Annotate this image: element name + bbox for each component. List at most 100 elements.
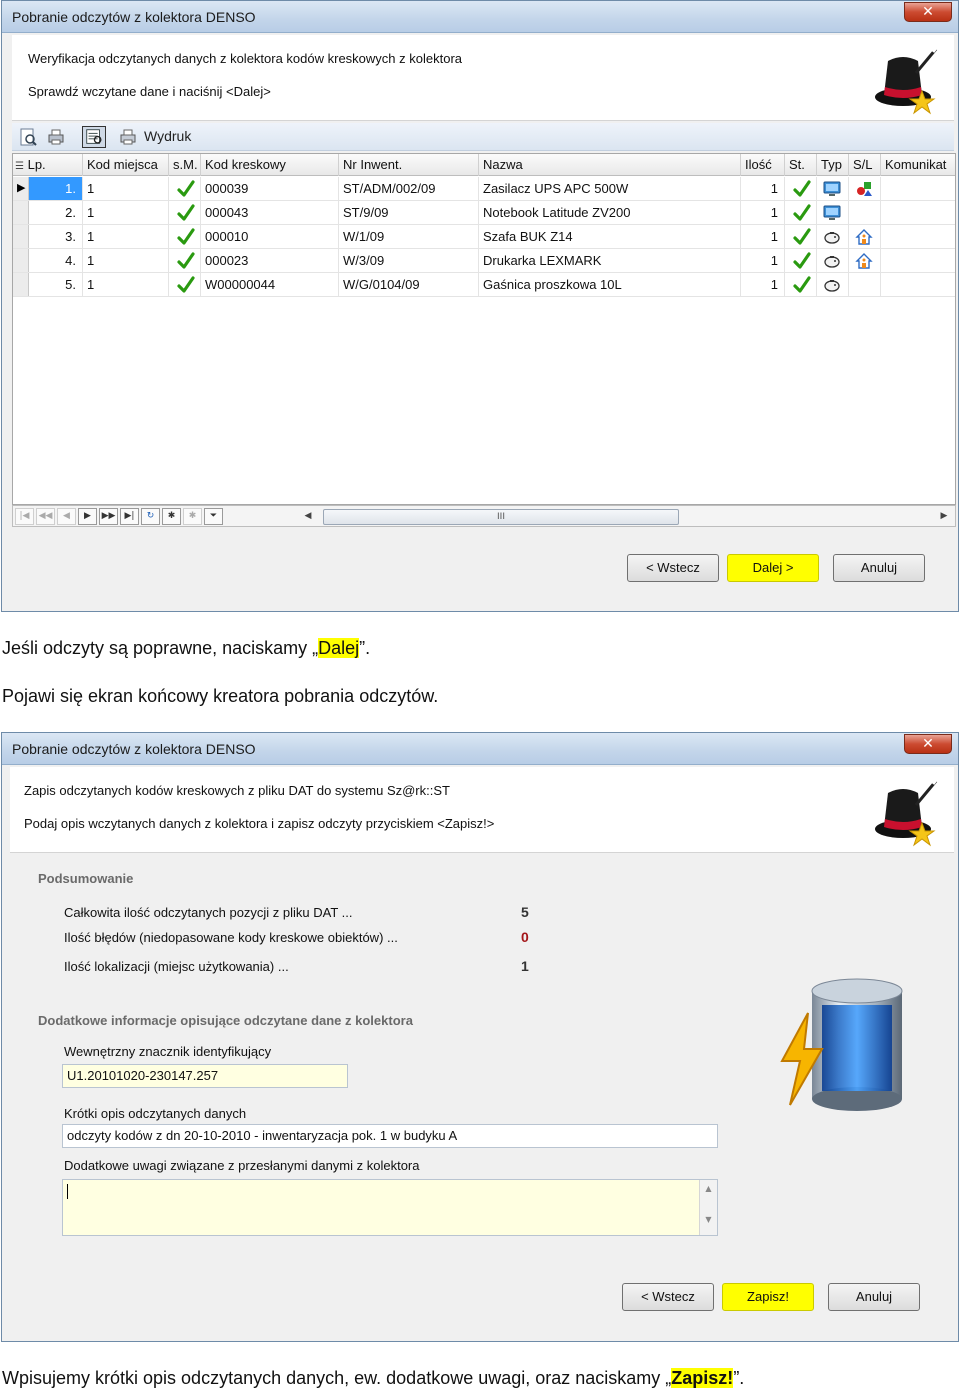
scroll-thumb[interactable]: III bbox=[323, 509, 679, 525]
cell-kod-kreskowy[interactable]: W00000044 bbox=[201, 273, 339, 296]
cell-nr-inwent[interactable]: ST/ADM/002/09 bbox=[339, 177, 479, 200]
short-description-field[interactable]: odczyty kodów z dn 20-10-2010 - inwentar… bbox=[62, 1124, 718, 1148]
table-row[interactable]: 3. 1 000010 W/1/09 Szafa BUK Z14 1 bbox=[13, 225, 955, 249]
save-button[interactable]: Zapisz! bbox=[722, 1283, 814, 1311]
cell-komunikat[interactable] bbox=[881, 177, 957, 200]
cell-sm[interactable] bbox=[169, 225, 201, 248]
cancel-button[interactable]: Anuluj bbox=[833, 554, 925, 582]
nav-edit-button[interactable]: ✱ bbox=[183, 508, 202, 525]
cell-nazwa[interactable]: Drukarka LEXMARK bbox=[479, 249, 741, 272]
cell-nazwa[interactable]: Zasilacz UPS APC 500W bbox=[479, 177, 741, 200]
cell-ilosc[interactable]: 1 bbox=[741, 201, 785, 224]
nav-filter-button[interactable]: ⏷ bbox=[204, 508, 223, 525]
cell-lp[interactable]: 5. bbox=[29, 273, 83, 296]
row-indicator[interactable] bbox=[13, 201, 29, 224]
printer-icon[interactable] bbox=[46, 127, 66, 147]
notes-vertical-scrollbar[interactable]: ▲ ▼ bbox=[699, 1180, 717, 1235]
back-button[interactable]: < Wstecz bbox=[627, 554, 719, 582]
preview-icon[interactable] bbox=[18, 127, 38, 147]
notes-textarea[interactable]: ▲ ▼ bbox=[62, 1179, 718, 1236]
cell-sm[interactable] bbox=[169, 249, 201, 272]
cell-st[interactable] bbox=[785, 201, 817, 224]
readings-grid[interactable]: ☰ Lp. Kod miejsca s.M. Kod kreskowy Nr I… bbox=[12, 153, 956, 505]
cell-sl[interactable] bbox=[849, 249, 881, 272]
column-header-lp[interactable]: ☰ Lp. bbox=[13, 154, 83, 176]
cancel-button[interactable]: Anuluj bbox=[828, 1283, 920, 1311]
column-header-nr-inwent[interactable]: Nr Inwent. bbox=[339, 154, 479, 176]
next-button[interactable]: Dalej > bbox=[727, 554, 819, 582]
identifier-field[interactable]: U1.20101020-230147.257 bbox=[62, 1064, 348, 1088]
row-indicator[interactable] bbox=[13, 273, 29, 296]
cell-nazwa[interactable]: Szafa BUK Z14 bbox=[479, 225, 741, 248]
nav-first-button[interactable]: |◀ bbox=[15, 508, 34, 525]
cell-lp[interactable]: 4. bbox=[29, 249, 83, 272]
column-header-sl[interactable]: S/L bbox=[849, 154, 881, 176]
grid-export-icon[interactable] bbox=[82, 126, 106, 148]
cell-sl[interactable] bbox=[849, 177, 881, 200]
cell-kod-miejsca[interactable]: 1 bbox=[83, 273, 169, 296]
scroll-right-arrow[interactable]: ▶ bbox=[937, 508, 951, 524]
table-row[interactable]: 2. 1 000043 ST/9/09 Notebook Latitude ZV200 1 bbox=[13, 201, 955, 225]
cell-st[interactable] bbox=[785, 225, 817, 248]
nav-prev-page-button[interactable]: ◀◀ bbox=[36, 508, 55, 525]
cell-typ[interactable] bbox=[817, 225, 849, 248]
cell-sl[interactable] bbox=[849, 201, 881, 224]
cell-nazwa[interactable]: Gaśnica proszkowa 10L bbox=[479, 273, 741, 296]
cell-kod-kreskowy[interactable]: 000010 bbox=[201, 225, 339, 248]
cell-typ[interactable] bbox=[817, 249, 849, 272]
cell-sm[interactable] bbox=[169, 201, 201, 224]
nav-next-page-button[interactable]: ▶▶ bbox=[99, 508, 118, 525]
column-header-ilosc[interactable]: Ilość bbox=[741, 154, 785, 176]
cell-typ[interactable] bbox=[817, 177, 849, 200]
column-header-st[interactable]: St. bbox=[785, 154, 817, 176]
cell-lp[interactable]: 2. bbox=[29, 201, 83, 224]
cell-kod-kreskowy[interactable]: 000023 bbox=[201, 249, 339, 272]
cell-nr-inwent[interactable]: ST/9/09 bbox=[339, 201, 479, 224]
column-header-typ[interactable]: Typ bbox=[817, 154, 849, 176]
cell-st[interactable] bbox=[785, 177, 817, 200]
nav-last-button[interactable]: ▶| bbox=[120, 508, 139, 525]
scroll-down-arrow[interactable]: ▼ bbox=[700, 1215, 717, 1224]
cell-komunikat[interactable] bbox=[881, 273, 957, 296]
cell-nazwa[interactable]: Notebook Latitude ZV200 bbox=[479, 201, 741, 224]
nav-prev-button[interactable]: ◀ bbox=[57, 508, 76, 525]
cell-kod-miejsca[interactable]: 1 bbox=[83, 177, 169, 200]
cell-ilosc[interactable]: 1 bbox=[741, 273, 785, 296]
row-indicator[interactable] bbox=[13, 225, 29, 248]
nav-next-button[interactable]: ▶ bbox=[78, 508, 97, 525]
cell-nr-inwent[interactable]: W/3/09 bbox=[339, 249, 479, 272]
cell-kod-miejsca[interactable]: 1 bbox=[83, 249, 169, 272]
cell-komunikat[interactable] bbox=[881, 225, 957, 248]
table-row[interactable]: 4. 1 000023 W/3/09 Drukarka LEXMARK 1 bbox=[13, 249, 955, 273]
column-header-kod-miejsca[interactable]: Kod miejsca bbox=[83, 154, 169, 176]
print-icon[interactable] bbox=[118, 127, 138, 147]
column-header-kod-kreskowy[interactable]: Kod kreskowy bbox=[201, 154, 339, 176]
cell-typ[interactable] bbox=[817, 273, 849, 296]
cell-kod-kreskowy[interactable]: 000039 bbox=[201, 177, 339, 200]
cell-ilosc[interactable]: 1 bbox=[741, 225, 785, 248]
cell-kod-miejsca[interactable]: 1 bbox=[83, 201, 169, 224]
nav-insert-button[interactable]: ✱ bbox=[162, 508, 181, 525]
cell-komunikat[interactable] bbox=[881, 249, 957, 272]
row-indicator[interactable] bbox=[13, 249, 29, 272]
cell-nr-inwent[interactable]: W/1/09 bbox=[339, 225, 479, 248]
cell-st[interactable] bbox=[785, 249, 817, 272]
print-button-label[interactable]: Wydruk bbox=[144, 128, 191, 144]
scroll-left-arrow[interactable]: ◀ bbox=[301, 508, 315, 524]
row-indicator[interactable]: ▶ bbox=[13, 177, 29, 200]
cell-kod-miejsca[interactable]: 1 bbox=[83, 225, 169, 248]
cell-typ[interactable] bbox=[817, 201, 849, 224]
cell-st[interactable] bbox=[785, 273, 817, 296]
cell-ilosc[interactable]: 1 bbox=[741, 249, 785, 272]
table-row[interactable]: 5. 1 W00000044 W/G/0104/09 Gaśnica proszkowa… bbox=[13, 273, 955, 297]
cell-sl[interactable] bbox=[849, 273, 881, 296]
horizontal-scrollbar[interactable]: ◀ III ▶ bbox=[301, 508, 951, 525]
table-row[interactable]: ▶ 1. 1 000039 ST/ADM/002/09 Zasilacz UPS APC … bbox=[13, 177, 955, 201]
cell-lp[interactable]: 1. bbox=[29, 177, 83, 200]
cell-sm[interactable] bbox=[169, 177, 201, 200]
column-header-komunikat[interactable]: Komunikat bbox=[881, 154, 957, 176]
cell-nr-inwent[interactable]: W/G/0104/09 bbox=[339, 273, 479, 296]
cell-komunikat[interactable] bbox=[881, 201, 957, 224]
scroll-up-arrow[interactable]: ▲ bbox=[700, 1184, 717, 1193]
cell-sm[interactable] bbox=[169, 273, 201, 296]
